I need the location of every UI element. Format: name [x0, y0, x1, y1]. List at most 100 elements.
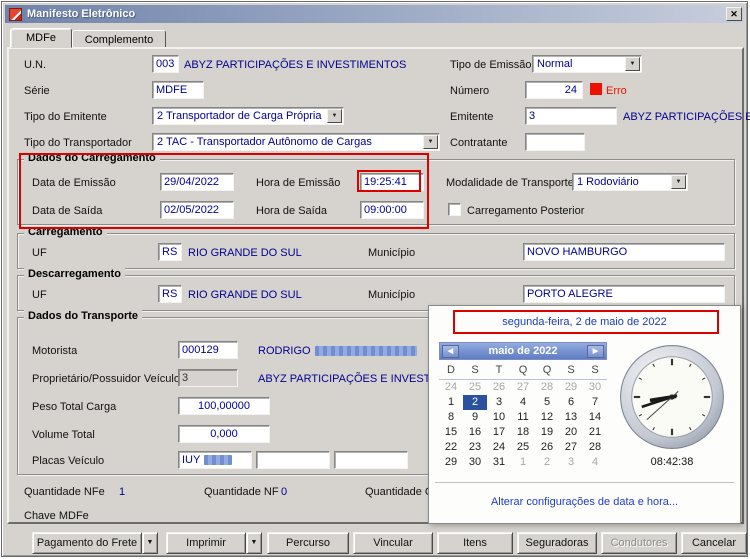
carregamento-posterior-checkbox[interactable]	[448, 203, 461, 216]
calendar-day[interactable]: 1	[511, 455, 535, 470]
calendar-day[interactable]: 6	[559, 395, 583, 410]
numero-label: Número	[450, 85, 490, 97]
placa-field-2[interactable]	[256, 451, 330, 469]
volume-field[interactable]: 0,000	[178, 425, 270, 443]
pagamento-frete-button[interactable]: Pagamento do Frete	[32, 532, 142, 554]
titlebar[interactable]: Manifesto Eletrônico ✕	[5, 5, 744, 23]
motorista-code-field[interactable]: 000129	[178, 341, 238, 359]
calendar-day[interactable]: 8	[439, 410, 463, 425]
calendar-day[interactable]: 2	[535, 455, 559, 470]
calendar-day[interactable]: 2	[463, 395, 487, 410]
calendar: ◀ maio de 2022 ▶ DSTQQSS 24 25 26 27 28 29 30 1…	[439, 342, 607, 470]
tipo-emitente-combo[interactable]: 2 Transportador de Carga Própria ▼	[152, 107, 344, 125]
tipo-emissao-combo[interactable]: Normal ▼	[532, 55, 642, 73]
cancelar-button[interactable]: Cancelar	[681, 532, 747, 554]
hora-saida-field[interactable]: 09:00:00	[360, 201, 424, 219]
descarregamento-municipio-field[interactable]: PORTO ALEGRE	[523, 285, 725, 303]
prev-month-icon[interactable]: ◀	[442, 345, 459, 358]
calendar-day[interactable]: 3	[559, 455, 583, 470]
vincular-button[interactable]: Vincular	[353, 532, 433, 554]
qtd-nfe-label: Quantidade NFe	[24, 486, 105, 498]
calendar-day[interactable]: 28	[583, 440, 607, 455]
numero-field[interactable]: 24	[525, 81, 583, 99]
placa-field-3[interactable]	[334, 451, 408, 469]
calendar-month-title: maio de 2022	[488, 345, 558, 357]
data-emissao-field[interactable]: 29/04/2022	[160, 173, 234, 191]
calendar-day[interactable]: 17	[487, 425, 511, 440]
app-icon[interactable]	[9, 7, 22, 21]
calendar-day[interactable]: 18	[511, 425, 535, 440]
itens-button[interactable]: Itens	[437, 532, 513, 554]
calendar-day[interactable]: 13	[559, 410, 583, 425]
calendar-day[interactable]: 1	[439, 395, 463, 410]
calendar-day[interactable]: 29	[439, 455, 463, 470]
close-icon[interactable]: ✕	[726, 7, 742, 21]
calendar-day[interactable]: 22	[439, 440, 463, 455]
percurso-button[interactable]: Percurso	[267, 532, 349, 554]
calendar-day[interactable]: 23	[463, 440, 487, 455]
calendar-day[interactable]: 4	[511, 395, 535, 410]
calendar-day[interactable]: 7	[583, 395, 607, 410]
pagamento-frete-dropdown-icon[interactable]: ▼	[142, 532, 158, 554]
tab-complemento[interactable]: Complemento	[72, 30, 166, 48]
calendar-dow: T	[495, 364, 503, 376]
calendar-day[interactable]: 19	[535, 425, 559, 440]
carregamento-posterior-label: Carregamento Posterior	[467, 205, 585, 217]
carregamento-uf-field[interactable]: RS	[158, 243, 182, 261]
contratante-field[interactable]	[525, 133, 585, 151]
chevron-down-icon[interactable]: ▼	[423, 135, 438, 149]
chevron-down-icon[interactable]: ▼	[671, 175, 686, 189]
calendar-day[interactable]: 24	[439, 380, 463, 395]
tipo-transportador-combo[interactable]: 2 TAC - Transportador Autônomo de Cargas…	[152, 133, 440, 151]
calendar-day[interactable]: 27	[511, 380, 535, 395]
chevron-down-icon[interactable]: ▼	[327, 109, 342, 123]
calendar-day[interactable]: 25	[463, 380, 487, 395]
carregamento-group: Carregamento UF RS RIO GRANDE DO SUL Mun…	[17, 226, 735, 269]
calendar-day[interactable]: 26	[487, 380, 511, 395]
next-month-icon[interactable]: ▶	[587, 345, 604, 358]
imprimir-dropdown-icon[interactable]: ▼	[246, 532, 262, 554]
calendar-day[interactable]: 26	[535, 440, 559, 455]
calendar-day[interactable]: 30	[463, 455, 487, 470]
motorista-label: Motorista	[32, 345, 78, 357]
data-saida-field[interactable]: 02/05/2022	[160, 201, 234, 219]
calendar-day[interactable]: 28	[535, 380, 559, 395]
change-datetime-link[interactable]: Alterar configurações de data e hora...	[429, 496, 740, 508]
calendar-day[interactable]: 21	[583, 425, 607, 440]
calendar-day[interactable]: 3	[487, 395, 511, 410]
calendar-day[interactable]: 27	[559, 440, 583, 455]
imprimir-button[interactable]: Imprimir	[166, 532, 246, 554]
serie-field[interactable]: MDFE	[152, 81, 204, 99]
carregamento-municipio-field[interactable]: NOVO HAMBURGO	[523, 243, 725, 261]
chevron-down-icon[interactable]: ▼	[625, 57, 640, 71]
tab-mdfe[interactable]: MDFe	[10, 28, 72, 48]
dados-carregamento-title: Dados do Carregamento	[24, 152, 160, 164]
calendar-day[interactable]: 31	[487, 455, 511, 470]
calendar-day[interactable]: 10	[487, 410, 511, 425]
modalidade-combo[interactable]: 1 Rodoviário ▼	[572, 173, 688, 191]
popup-date-header: segunda-feira, 2 de maio de 2022	[502, 316, 667, 328]
calendar-day[interactable]: 9	[463, 410, 487, 425]
calendar-day[interactable]: 4	[583, 455, 607, 470]
seguradoras-button[interactable]: Seguradoras	[517, 532, 597, 554]
calendar-day[interactable]: 14	[583, 410, 607, 425]
calendar-day[interactable]: 11	[511, 410, 535, 425]
un-code-field[interactable]: 003	[152, 55, 179, 73]
placa-field-1[interactable]: IUY	[178, 451, 252, 469]
peso-field[interactable]: 100,00000	[178, 397, 270, 415]
redacted-text	[204, 455, 233, 466]
emitente-code-field[interactable]: 3	[525, 107, 617, 125]
calendar-day[interactable]: 29	[559, 380, 583, 395]
calendar-day[interactable]: 30	[583, 380, 607, 395]
calendar-day[interactable]: 24	[487, 440, 511, 455]
calendar-day[interactable]: 16	[463, 425, 487, 440]
calendar-day[interactable]: 25	[511, 440, 535, 455]
hora-emissao-field[interactable]: 19:25:41	[360, 173, 424, 191]
error-indicator-icon	[590, 83, 602, 95]
calendar-day[interactable]: 20	[559, 425, 583, 440]
calendar-day[interactable]: 15	[439, 425, 463, 440]
calendar-day[interactable]: 12	[535, 410, 559, 425]
descarregamento-uf-field[interactable]: RS	[158, 285, 182, 303]
carregamento-municipio-label: Município	[368, 247, 416, 259]
calendar-day[interactable]: 5	[535, 395, 559, 410]
